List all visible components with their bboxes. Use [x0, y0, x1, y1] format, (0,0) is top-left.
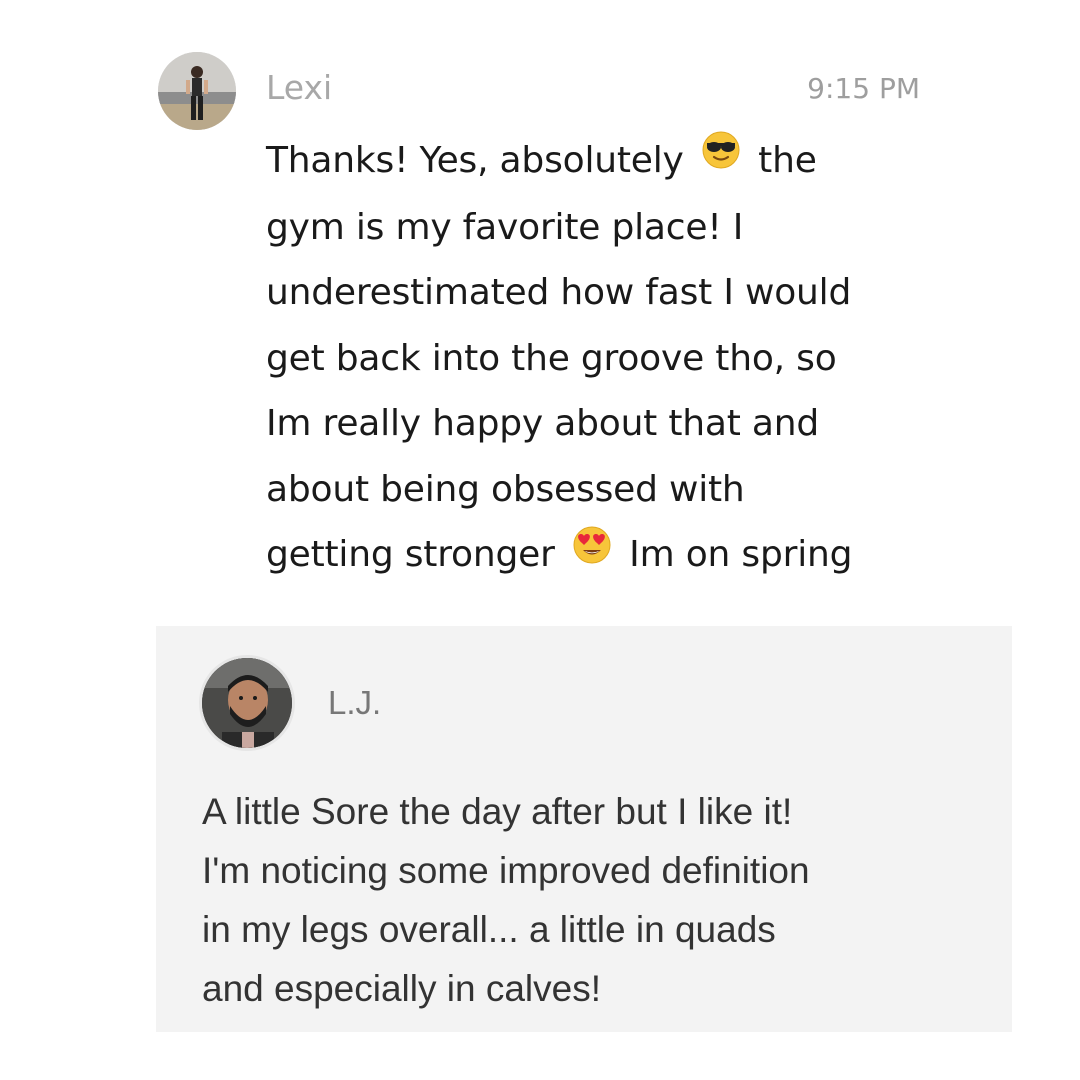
sender-name: Lexi	[266, 68, 333, 107]
message-line: I'm noticing some improved definition	[202, 850, 810, 891]
message-line: getting stronger Im on spring	[266, 522, 936, 589]
message-line: in my legs overall... a little in quads	[202, 909, 776, 950]
message-line: get back into the groove tho, so	[266, 337, 837, 379]
text-segment: getting stronger	[266, 534, 555, 576]
sunglasses-emoji-icon	[701, 126, 741, 192]
message-line: gym is my favorite place! I	[266, 206, 744, 248]
avatar-lexi[interactable]	[158, 52, 236, 130]
message-line: Thanks! Yes, absolutely the	[266, 128, 936, 195]
text-segment: Im on spring	[629, 534, 853, 576]
message-time: 9:15 PM	[807, 72, 920, 105]
message-text: A little Sore the day after but I like i…	[202, 782, 992, 1018]
message-line: and especially in calves!	[202, 968, 601, 1009]
message-line: underestimated how fast I would	[266, 272, 852, 314]
profile-photo-icon	[202, 658, 292, 748]
message-card-lj: L.J. A little Sore the day after but I l…	[156, 626, 1012, 1032]
text-segment: Thanks! Yes, absolutely	[266, 140, 684, 181]
message-text: Thanks! Yes, absolutely the gym is my fa…	[266, 128, 936, 589]
avatar-lj[interactable]	[202, 658, 292, 748]
heart-eyes-emoji-icon	[572, 521, 612, 587]
message-line: about being obsessed with	[266, 468, 745, 510]
message-line: A little Sore the day after but I like i…	[202, 791, 793, 832]
message-card-lexi: Lexi 9:15 PM Thanks! Yes, absolutely the…	[150, 40, 950, 580]
text-segment: the	[758, 140, 817, 181]
profile-photo-icon	[158, 52, 236, 130]
sender-name: L.J.	[328, 684, 382, 721]
message-line: Im really happy about that and	[266, 403, 820, 445]
